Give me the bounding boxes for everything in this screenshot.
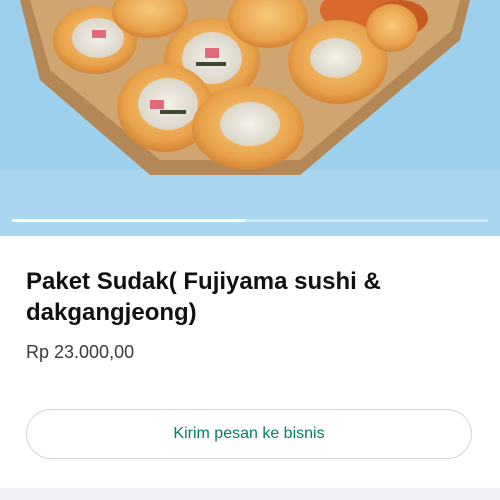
sushi-roll: [366, 4, 418, 52]
sushi-roll: [192, 86, 304, 170]
bottom-divider: [0, 488, 500, 500]
message-business-button[interactable]: Kirim pesan ke bisnis: [26, 409, 472, 459]
sushi-photo-illustration: [0, 0, 500, 236]
image-carousel-indicator: [12, 219, 488, 222]
carousel-progress-bar: [12, 219, 246, 222]
product-photo[interactable]: [0, 0, 500, 236]
product-price: Rp 23.000,00: [26, 342, 135, 362]
product-title: Paket Sudak( Fujiyama sushi & dakgangjeo…: [26, 268, 381, 326]
